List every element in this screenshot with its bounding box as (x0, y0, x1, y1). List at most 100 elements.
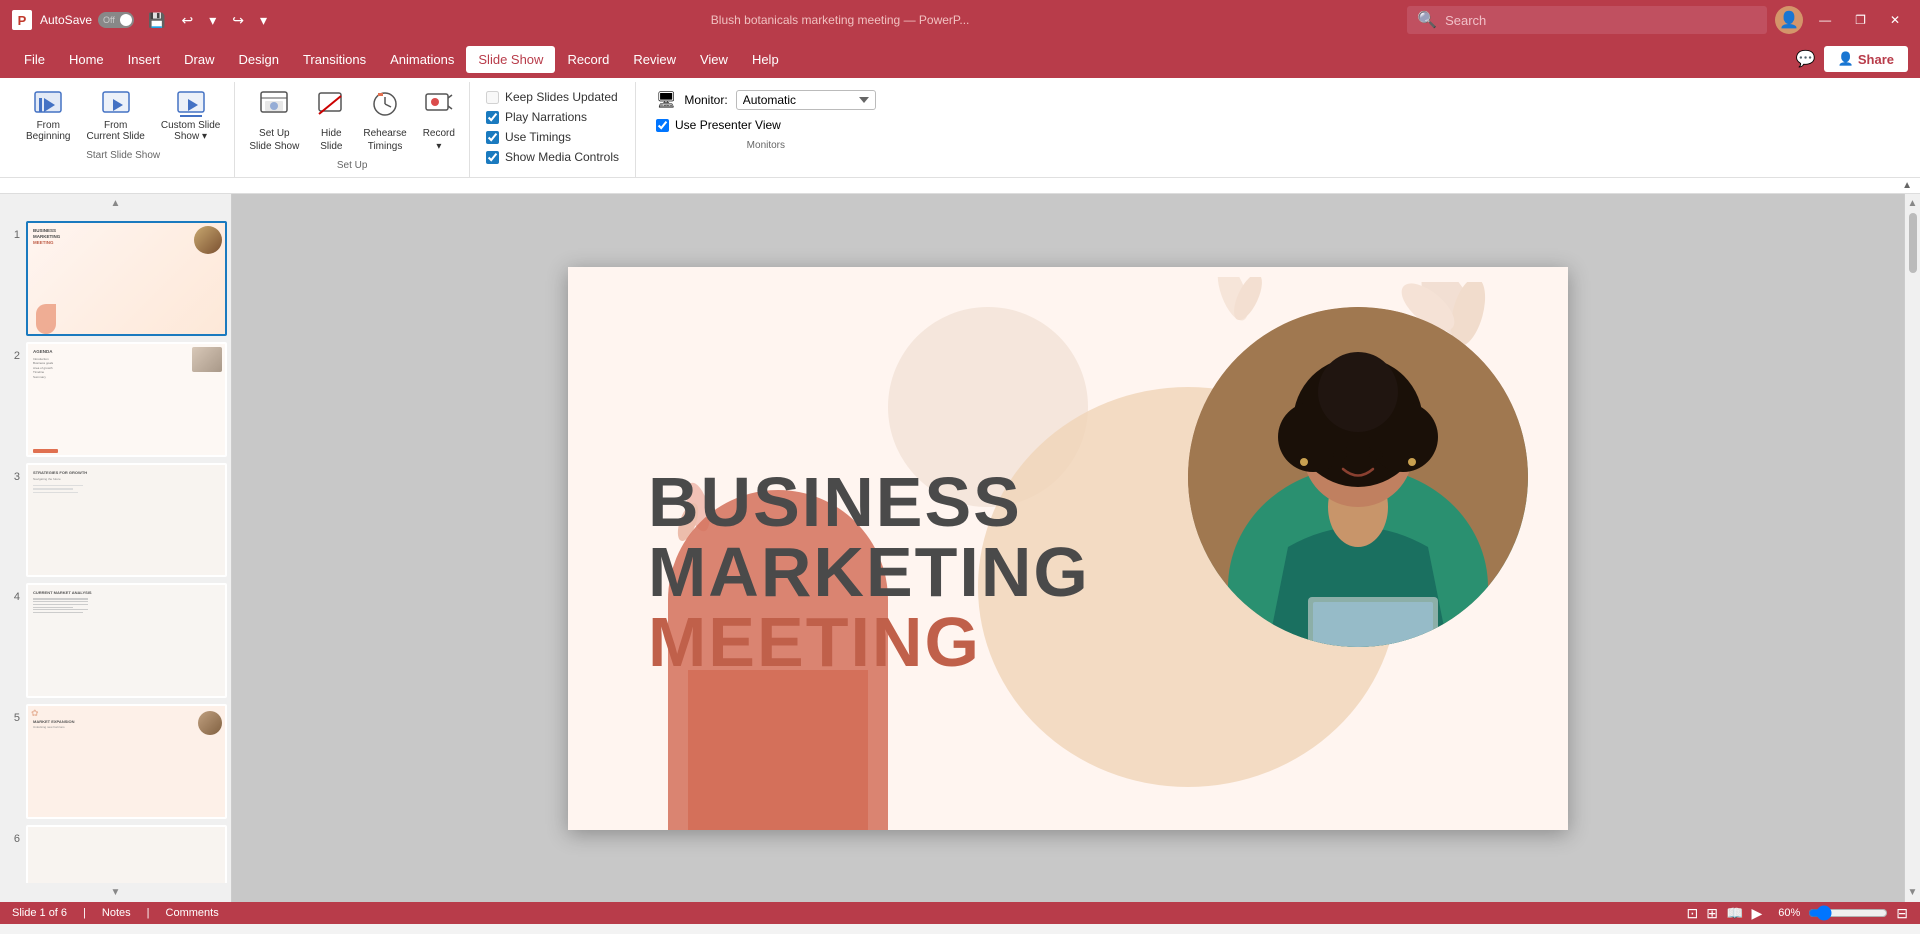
comments-label[interactable]: Comments (166, 907, 219, 919)
slide-thumbnail-6[interactable]: 6 (4, 825, 227, 883)
keep-slides-checkbox[interactable] (486, 91, 499, 104)
menu-transitions[interactable]: Transitions (291, 46, 378, 73)
slide-thumb-3[interactable]: STRATEGIES FOR GROWTH Navigating the fut… (26, 463, 227, 578)
undo-dropdown[interactable]: ▾ (203, 10, 222, 31)
decor-teardrop-base (688, 670, 868, 830)
view-reading-icon[interactable]: 📖 (1726, 905, 1743, 922)
thumb4-line-6 (33, 612, 83, 613)
window-controls: — ❐ ✕ (1811, 9, 1908, 31)
minimize-button[interactable]: — (1811, 9, 1839, 31)
ribbon-group-setup: Set Up Slide Show Hide Slide (235, 82, 470, 177)
custom-slide-show-button[interactable]: Custom Slide Show ▾ (155, 86, 226, 146)
monitor-select[interactable]: Automatic (736, 90, 876, 110)
slide-thumb-inner-4: CURRENT MARKET ANALYSIS (28, 585, 225, 696)
thumb4-title: CURRENT MARKET ANALYSIS (33, 590, 220, 595)
view-presenter-icon[interactable]: ▶ (1751, 905, 1762, 922)
presenter-view-checkbox[interactable] (656, 119, 669, 132)
use-timings-item[interactable]: Use Timings (486, 130, 619, 144)
check-group: Keep Slides Updated Play Narrations Use … (478, 86, 627, 168)
show-media-controls-checkbox[interactable] (486, 151, 499, 164)
toggle-knob (120, 14, 132, 26)
menu-record[interactable]: Record (555, 46, 621, 73)
autosave-label: AutoSave (40, 13, 92, 27)
right-scroll-down[interactable]: ▼ (1904, 883, 1920, 902)
slide-thumbnail-4[interactable]: 4 CURRENT MARKET ANALYSIS (4, 583, 227, 698)
slide-thumbnail-3[interactable]: 3 STRATEGIES FOR GROWTH Navigating the f… (4, 463, 227, 578)
search-bar[interactable]: 🔍 (1407, 6, 1767, 34)
slide-canvas[interactable]: BUSINESS MARKETING MEETING (568, 267, 1568, 830)
zoom-slider[interactable] (1808, 905, 1888, 921)
menu-slideshow[interactable]: Slide Show (466, 46, 555, 73)
menu-help[interactable]: Help (740, 46, 791, 73)
restore-button[interactable]: ❐ (1847, 9, 1874, 31)
show-media-controls-item[interactable]: Show Media Controls (486, 150, 619, 164)
search-input[interactable] (1445, 13, 1757, 28)
comment-icon[interactable]: 💬 (1796, 49, 1816, 69)
thumb4-line-3 (33, 604, 88, 605)
profile-avatar[interactable]: 👤 (1775, 6, 1803, 34)
record-button[interactable]: Record ▾ (417, 86, 461, 156)
view-slide-sorter-icon[interactable]: ⊞ (1706, 905, 1718, 922)
thumb3-line-3 (33, 492, 78, 494)
menu-view[interactable]: View (688, 46, 740, 73)
share-button[interactable]: 👤 Share (1824, 46, 1908, 72)
right-scroll-up[interactable]: ▲ (1904, 194, 1920, 213)
play-narrations-label: Play Narrations (505, 110, 587, 124)
menu-insert[interactable]: Insert (116, 46, 173, 73)
setup-slideshow-button[interactable]: Set Up Slide Show (243, 86, 305, 156)
right-scroll-thumb[interactable] (1909, 213, 1917, 273)
hide-slide-icon (316, 90, 346, 126)
ribbon: From Beginning From Current Slide (0, 78, 1920, 194)
slide-thumb-1[interactable]: BUSINESSMARKETINGMEETING (26, 221, 227, 336)
slide-info: Slide 1 of 6 (12, 907, 67, 919)
slide-thumbnail-5[interactable]: 5 ✿ MARKET EXPANSION Unlocking new horiz… (4, 704, 227, 819)
autosave-toggle[interactable]: Off (98, 12, 134, 28)
from-beginning-button[interactable]: From Beginning (20, 86, 76, 146)
notes-label[interactable]: Notes (102, 907, 131, 919)
play-narrations-checkbox[interactable] (486, 111, 499, 124)
slide-thumb-inner-6 (28, 827, 225, 883)
save-button[interactable]: 💾 (142, 10, 171, 31)
menu-home[interactable]: Home (57, 46, 116, 73)
hide-slide-button[interactable]: Hide Slide (309, 86, 353, 156)
menu-file[interactable]: File (12, 46, 57, 73)
redo-button[interactable]: ↪ (226, 10, 250, 31)
slide-thumb-4[interactable]: CURRENT MARKET ANALYSIS (26, 583, 227, 698)
thumb4-content (33, 598, 220, 613)
presenter-view-row: Use Presenter View (656, 118, 876, 132)
thumb1-title: BUSINESSMARKETINGMEETING (33, 228, 220, 246)
rehearse-timings-button[interactable]: Rehearse Timings (357, 86, 412, 156)
thumb4-line-5 (33, 609, 88, 610)
slide-thumb-6[interactable] (26, 825, 227, 883)
scroll-down-arrow[interactable]: ▼ (0, 883, 231, 902)
app-logo: P (12, 10, 32, 30)
ribbon-collapse-button[interactable]: ▲ (1902, 180, 1912, 191)
keep-slides-label: Keep Slides Updated (505, 90, 618, 104)
quick-access-dropdown[interactable]: ▾ (254, 10, 273, 31)
menu-animations[interactable]: Animations (378, 46, 466, 73)
right-scroll-track (1909, 213, 1917, 883)
statusbar: Slide 1 of 6 | Notes | Comments ⊡ ⊞ 📖 ▶ … (0, 902, 1920, 924)
show-media-controls-label: Show Media Controls (505, 150, 619, 164)
presenter-view-item[interactable]: Use Presenter View (656, 118, 781, 132)
close-button[interactable]: ✕ (1882, 9, 1908, 31)
slide-thumb-5[interactable]: ✿ MARKET EXPANSION Unlocking new horizon… (26, 704, 227, 819)
keep-slides-updated-item[interactable]: Keep Slides Updated (486, 90, 619, 104)
presenter-view-label: Use Presenter View (675, 118, 781, 132)
play-narrations-item[interactable]: Play Narrations (486, 110, 619, 124)
menu-draw[interactable]: Draw (172, 46, 226, 73)
undo-button[interactable]: ↩ (175, 10, 199, 31)
slide-thumb-2[interactable]: AGENDA IntroductionBusiness goalsArea of… (26, 342, 227, 457)
from-current-slide-button[interactable]: From Current Slide (80, 86, 150, 146)
slide-thumbnail-2[interactable]: 2 AGENDA IntroductionBusiness goalsArea … (4, 342, 227, 457)
slide-thumbnail-1[interactable]: 1 BUSINESSMARKETINGMEETING (4, 221, 227, 336)
scroll-up-arrow[interactable]: ▲ (0, 194, 231, 213)
menu-review[interactable]: Review (621, 46, 688, 73)
menu-design[interactable]: Design (227, 46, 291, 73)
canvas-area: BUSINESS MARKETING MEETING (232, 194, 1904, 902)
view-normal-icon[interactable]: ⊡ (1687, 905, 1699, 922)
slide-number-2: 2 (4, 350, 20, 362)
ribbon-collapse-row: ▲ (0, 177, 1920, 193)
zoom-fit-icon[interactable]: ⊟ (1896, 905, 1908, 922)
use-timings-checkbox[interactable] (486, 131, 499, 144)
